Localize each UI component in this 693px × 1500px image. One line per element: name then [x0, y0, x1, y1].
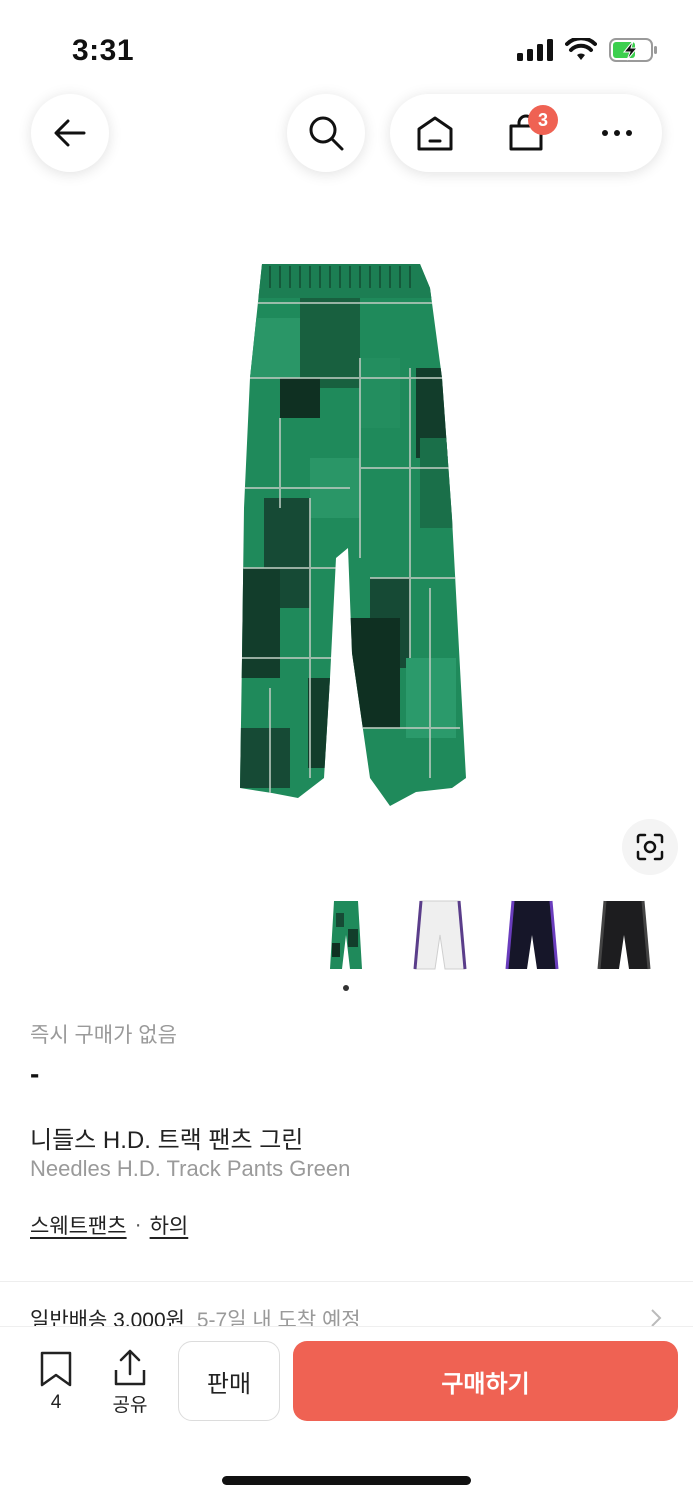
share-icon: [114, 1349, 146, 1386]
back-button[interactable]: [31, 94, 109, 172]
cart-button[interactable]: 3: [496, 103, 558, 163]
search-icon: [309, 116, 344, 151]
product-name-ko: 니들스 H.D. 트랙 팬츠 그린: [30, 1127, 304, 1154]
sell-button[interactable]: 판매: [178, 1341, 280, 1421]
lens-scan-icon: [636, 833, 664, 861]
thumbnail-black-image: [597, 900, 651, 970]
image-search-button[interactable]: [622, 819, 678, 875]
category-link-sweatpants[interactable]: 스웨트팬츠: [30, 1210, 127, 1240]
search-button[interactable]: [287, 94, 365, 172]
product-name-en: Needles H.D. Track Pants Green: [30, 1156, 351, 1181]
cart-badge: 3: [527, 105, 558, 135]
shipping-label: 일반배송 3,000원: [30, 1309, 185, 1326]
thumbnail-black[interactable]: [592, 898, 656, 972]
more-dots-icon: [601, 130, 632, 136]
chevron-right-icon: [651, 1309, 662, 1326]
category-separator: ·: [134, 1213, 142, 1236]
carousel-indicator: [343, 985, 349, 991]
shipping-row[interactable]: 일반배송 3,000원 5-7일 내 도착 예정: [0, 1282, 693, 1326]
bookmark-button[interactable]: 4: [34, 1350, 78, 1414]
home-button[interactable]: [405, 103, 465, 163]
wifi-icon: [565, 38, 597, 60]
category-breadcrumb: 스웨트팬츠 · 하의: [30, 1210, 188, 1240]
home-icon: [417, 116, 453, 151]
thumbnail-green-image: [330, 901, 362, 969]
bookmark-icon: [40, 1351, 72, 1387]
arrow-left-icon: [54, 119, 86, 147]
signal-icon: [517, 39, 553, 61]
bookmark-count: 4: [50, 1392, 62, 1413]
thumbnail-white[interactable]: [408, 898, 472, 972]
home-indicator: [222, 1476, 471, 1485]
status-time: 3:31: [72, 34, 135, 67]
thumbnail-white-image: [413, 900, 467, 970]
availability-label: 즉시 구매가 없음: [30, 1024, 177, 1047]
pants-illustration: [240, 264, 466, 806]
battery-charging-icon: [609, 38, 657, 62]
thumbnail-navy-image: [505, 900, 559, 970]
product-image[interactable]: [220, 258, 480, 810]
category-link-bottoms[interactable]: 하의: [150, 1210, 189, 1240]
thumbnail-navy[interactable]: [500, 898, 564, 972]
shipping-eta: 5-7일 내 도착 예정: [196, 1309, 361, 1326]
price-value: -: [30, 1058, 40, 1089]
thumbnail-green[interactable]: [314, 898, 378, 972]
bottom-bar-divider: [0, 1326, 693, 1327]
buy-button[interactable]: 구매하기: [293, 1341, 678, 1421]
more-button[interactable]: [587, 103, 647, 163]
share-label: 공유: [112, 1395, 148, 1416]
header-actions: 3: [390, 94, 662, 172]
status-icons: [517, 38, 659, 62]
share-button[interactable]: 공유: [104, 1348, 156, 1417]
